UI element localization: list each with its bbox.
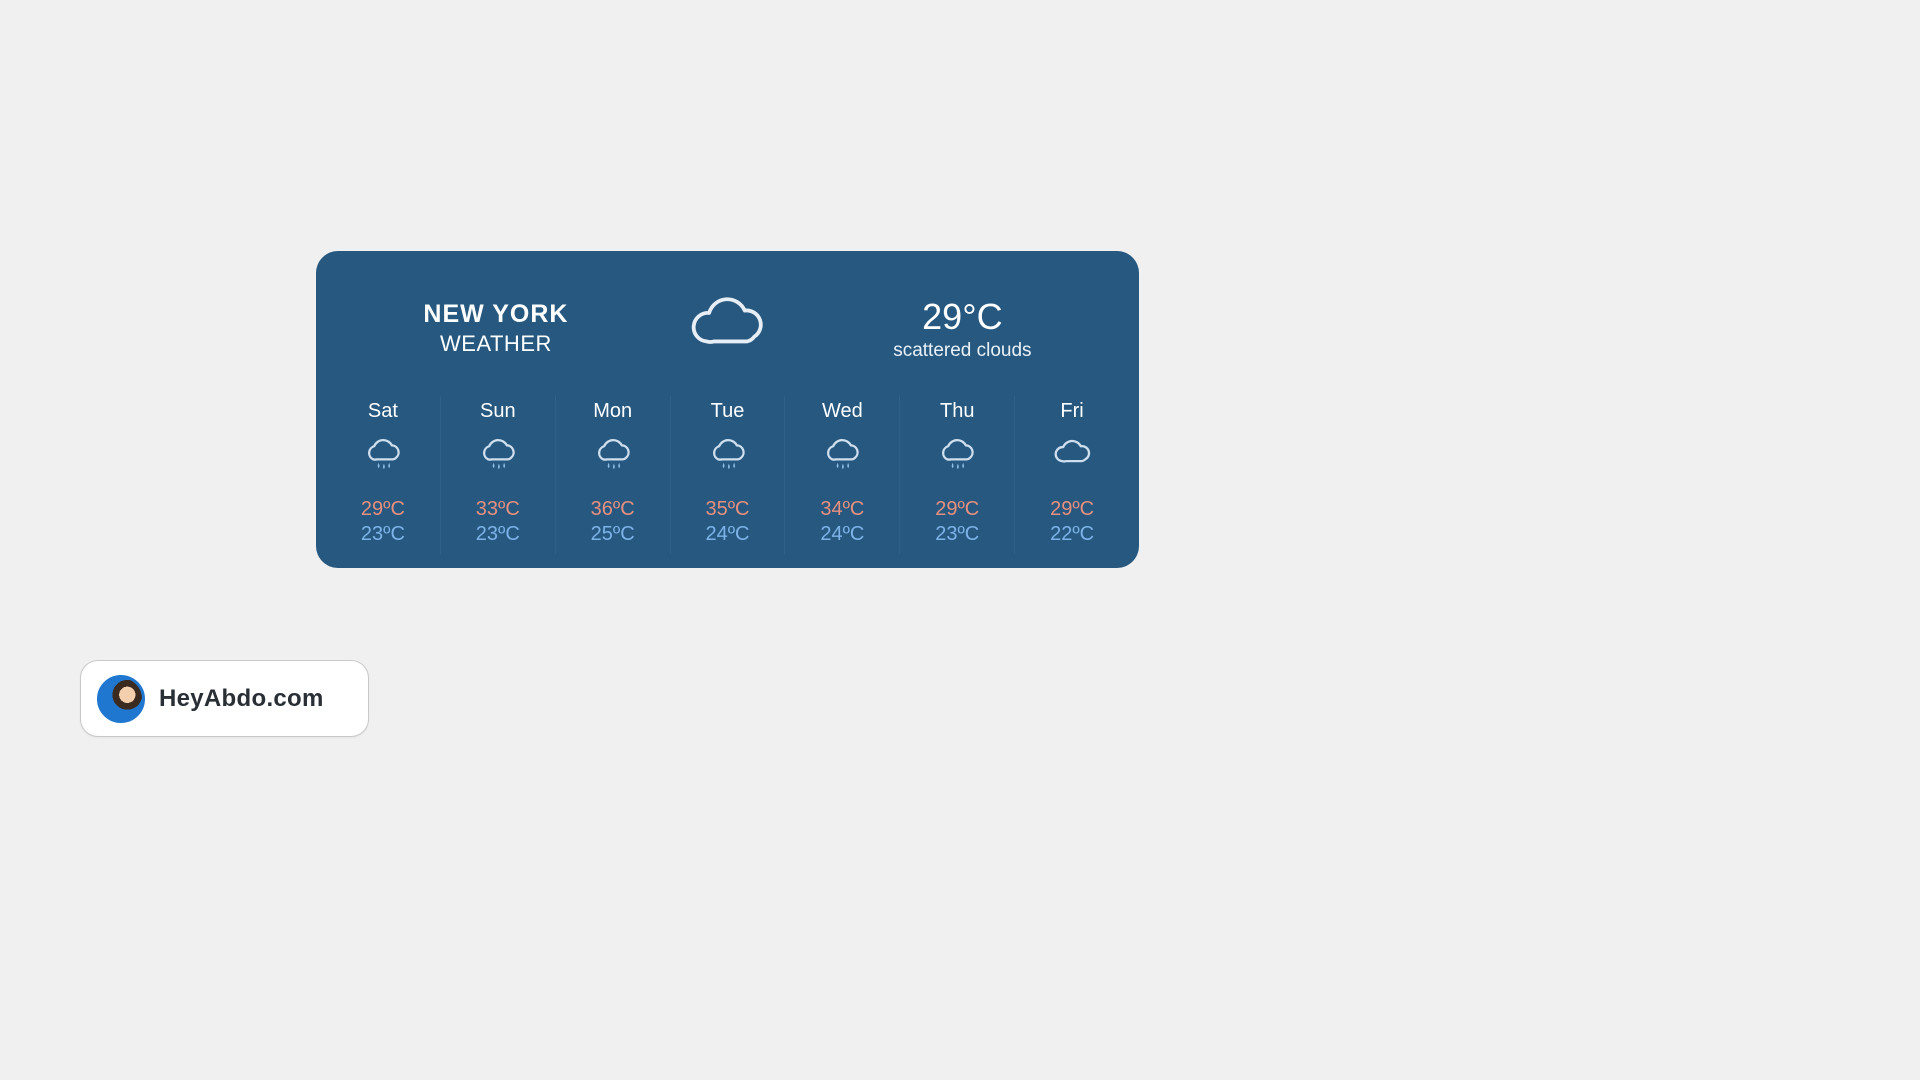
day-label: Thu	[940, 400, 974, 423]
rain-cloud-icon	[820, 437, 864, 478]
low-temperature: 25ºC	[591, 523, 635, 546]
weather-card: NEW YORK WEATHER 29°C scattered clouds S…	[316, 251, 1139, 568]
weather-header: NEW YORK WEATHER 29°C scattered clouds	[316, 251, 1139, 396]
high-temperature: 29ºC	[935, 498, 979, 521]
forecast-row: Sat 29ºC 23ºC Sun 33ºC 23ºC Mon 36ºC 25º…	[316, 396, 1139, 568]
day-label: Sat	[368, 400, 398, 423]
forecast-day: Sun 33ºC 23ºC	[440, 396, 555, 554]
avatar	[97, 675, 145, 723]
attribution-badge[interactable]: HeyAbdo.com	[80, 660, 369, 737]
cloud-icon	[1050, 437, 1094, 478]
high-temperature: 35ºC	[706, 498, 750, 521]
low-temperature: 22ºC	[1050, 523, 1094, 546]
high-temperature: 33ºC	[476, 498, 520, 521]
rain-cloud-icon	[361, 437, 405, 478]
forecast-day: Thu 29ºC 23ºC	[899, 396, 1014, 554]
current-conditions: 29°C scattered clouds	[893, 296, 1031, 362]
current-temperature: 29°C	[893, 296, 1031, 338]
weather-label: WEATHER	[423, 331, 568, 357]
rain-cloud-icon	[706, 437, 750, 478]
forecast-day: Fri 29ºC 22ºC	[1014, 396, 1129, 554]
cloud-icon	[683, 291, 778, 366]
high-temperature: 29ºC	[361, 498, 405, 521]
day-label: Sun	[480, 400, 516, 423]
forecast-day: Sat 29ºC 23ºC	[326, 396, 440, 554]
location-block: NEW YORK WEATHER	[423, 300, 568, 357]
forecast-day: Tue 35ºC 24ºC	[670, 396, 785, 554]
low-temperature: 23ºC	[935, 523, 979, 546]
forecast-day: Mon 36ºC 25ºC	[555, 396, 670, 554]
rain-cloud-icon	[935, 437, 979, 478]
high-temperature: 34ºC	[820, 498, 864, 521]
rain-cloud-icon	[591, 437, 635, 478]
day-label: Tue	[711, 400, 745, 423]
rain-cloud-icon	[476, 437, 520, 478]
high-temperature: 29ºC	[1050, 498, 1094, 521]
current-description: scattered clouds	[893, 340, 1031, 362]
low-temperature: 24ºC	[820, 523, 864, 546]
location-name: NEW YORK	[423, 300, 568, 329]
low-temperature: 23ºC	[361, 523, 405, 546]
low-temperature: 23ºC	[476, 523, 520, 546]
high-temperature: 36ºC	[591, 498, 635, 521]
attribution-text: HeyAbdo.com	[159, 685, 324, 713]
day-label: Mon	[593, 400, 632, 423]
day-label: Wed	[822, 400, 863, 423]
forecast-day: Wed 34ºC 24ºC	[784, 396, 899, 554]
low-temperature: 24ºC	[706, 523, 750, 546]
day-label: Fri	[1060, 400, 1083, 423]
